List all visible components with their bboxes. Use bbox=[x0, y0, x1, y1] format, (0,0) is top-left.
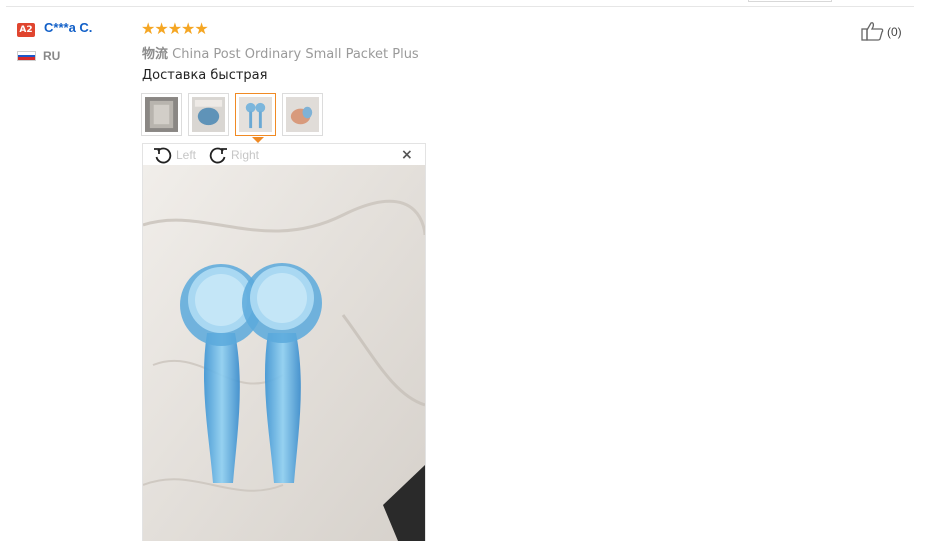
rotate-right-button[interactable]: Right bbox=[208, 145, 268, 165]
top-divider bbox=[6, 6, 914, 7]
rotate-right-label: Right bbox=[231, 148, 260, 162]
top-tab-edge bbox=[748, 0, 832, 2]
shipping-method: China Post Ordinary Small Packet Plus bbox=[172, 47, 419, 62]
thumbnail-image bbox=[286, 97, 319, 132]
close-viewer-button[interactable]: × bbox=[401, 147, 413, 163]
rotate-left-icon bbox=[154, 147, 172, 164]
rotate-left-label: Left bbox=[176, 148, 197, 162]
country-code: RU bbox=[43, 49, 61, 63]
shipping-label: 物流 bbox=[142, 47, 169, 62]
review-photo bbox=[143, 165, 425, 541]
photo-viewer: Left Right × bbox=[142, 143, 426, 541]
star-rating: ★★★★★ bbox=[141, 19, 209, 38]
viewer-toolbar: Left Right × bbox=[143, 144, 425, 165]
photo-thumbnail[interactable] bbox=[188, 93, 229, 136]
photo-thumbnail[interactable] bbox=[282, 93, 323, 136]
rotate-left-button[interactable]: Left bbox=[153, 145, 203, 165]
thumbs-up-icon bbox=[861, 22, 884, 41]
review-photo-image bbox=[143, 165, 425, 541]
photo-thumbnail[interactable] bbox=[141, 93, 182, 136]
photo-thumbnail-active[interactable] bbox=[235, 93, 276, 136]
level-badge: A2 bbox=[17, 23, 35, 37]
thumbnail-image bbox=[192, 97, 225, 132]
reviewer-name[interactable]: C***a C. bbox=[44, 20, 92, 35]
shipping-info: 物流 China Post Ordinary Small Packet Plus bbox=[142, 43, 419, 62]
thumbnail-image bbox=[145, 97, 178, 132]
review-text: Доставка быстрая bbox=[142, 68, 268, 83]
helpful-count: (0) bbox=[887, 25, 902, 39]
country-flag-icon bbox=[17, 51, 36, 61]
rotate-right-icon bbox=[209, 147, 227, 164]
thumbnail-image bbox=[239, 97, 272, 132]
